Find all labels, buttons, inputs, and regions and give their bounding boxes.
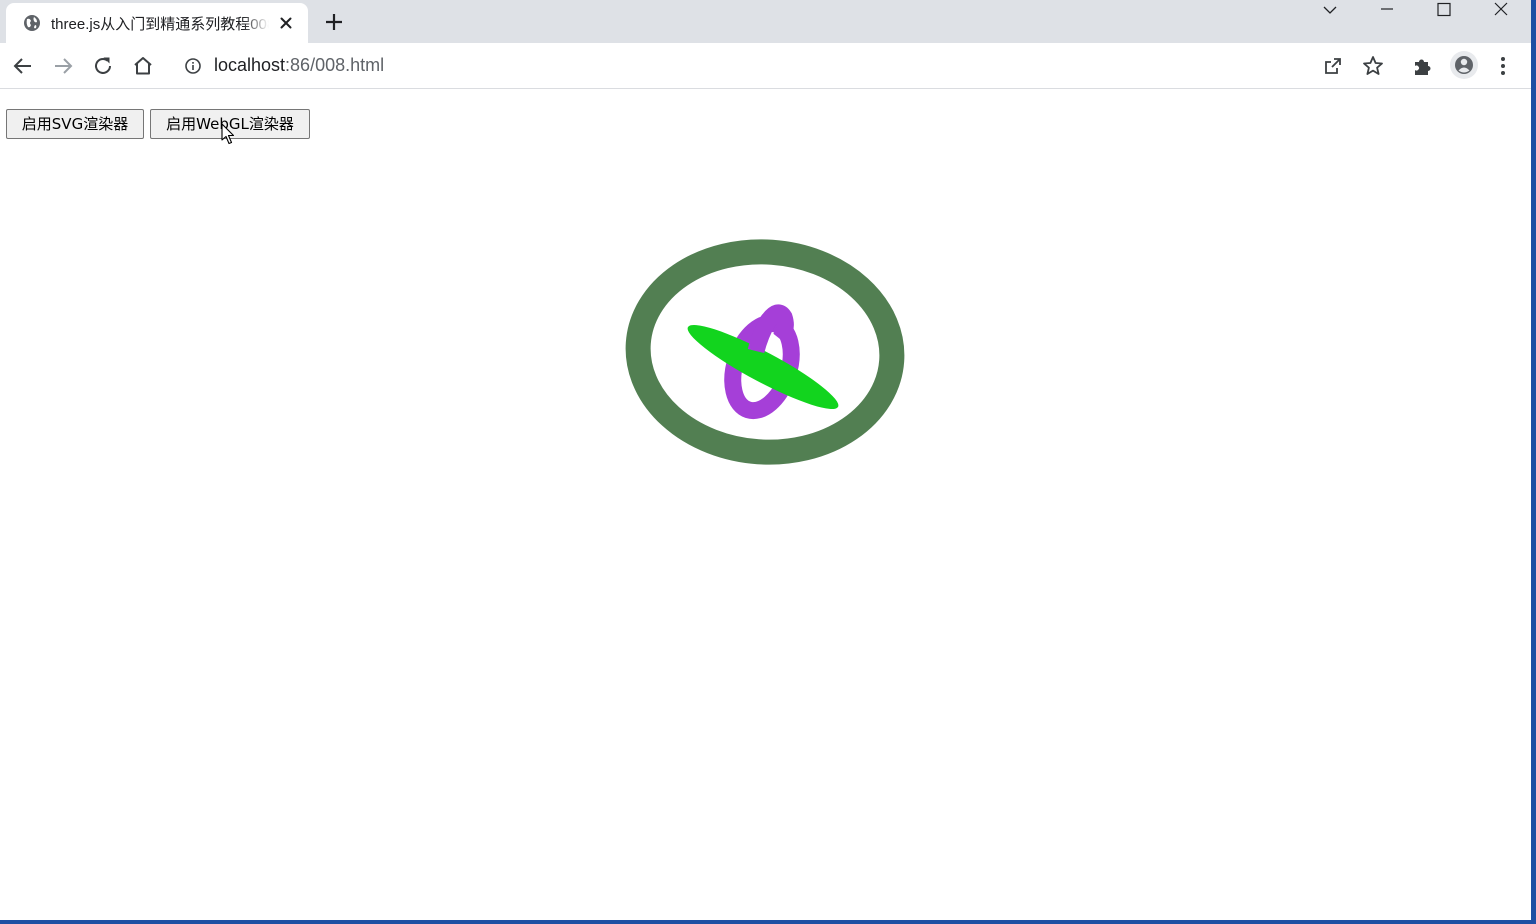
window-border-right xyxy=(1531,0,1536,924)
threejs-canvas[interactable] xyxy=(0,89,1531,920)
star-icon xyxy=(1363,56,1383,75)
url-path: :86/008.html xyxy=(285,55,385,75)
tab-strip: three.js从入门到精通系列教程008 xyxy=(0,0,1531,43)
chevron-down-icon xyxy=(1323,6,1337,14)
bookmark-button[interactable] xyxy=(1360,53,1386,79)
plus-icon[interactable] xyxy=(322,10,346,34)
close-window-icon xyxy=(1494,2,1508,16)
share-button[interactable] xyxy=(1320,53,1346,79)
reload-icon xyxy=(95,57,111,74)
minimize-icon xyxy=(1381,8,1393,10)
info-icon[interactable] xyxy=(184,57,202,75)
forward-button[interactable] xyxy=(50,53,76,79)
minimize-button[interactable] xyxy=(1364,0,1410,24)
browser-toolbar: localhost:86/008.html xyxy=(0,43,1531,89)
page-content: 启用SVG渲染器 启用WebGL渲染器 xyxy=(0,89,1531,920)
maximize-button[interactable] xyxy=(1421,0,1467,24)
address-bar[interactable]: localhost:86/008.html xyxy=(170,48,1310,82)
menu-button[interactable] xyxy=(1490,53,1516,79)
person-icon xyxy=(1455,56,1473,74)
globe-icon xyxy=(24,15,40,31)
close-window-button[interactable] xyxy=(1478,0,1524,24)
back-button[interactable] xyxy=(10,53,36,79)
url-text[interactable]: localhost:86/008.html xyxy=(214,55,384,76)
maximize-icon xyxy=(1437,2,1451,17)
home-icon xyxy=(134,57,152,75)
puzzle-icon xyxy=(1415,59,1431,75)
close-icon[interactable] xyxy=(276,13,296,33)
active-tab[interactable]: three.js从入门到精通系列教程008 xyxy=(6,3,308,43)
mouse-cursor-icon xyxy=(221,123,235,145)
share-icon xyxy=(1325,58,1341,74)
url-host: localhost xyxy=(214,55,286,75)
profile-button[interactable] xyxy=(1450,51,1478,79)
purple-torus-front xyxy=(747,304,794,354)
taskbar-edge xyxy=(0,920,1536,924)
browser-window: three.js从入门到精通系列教程008 localhost:86/008.h… xyxy=(0,0,1531,924)
back-arrow-icon xyxy=(13,58,31,74)
tab-search-button[interactable] xyxy=(1307,0,1353,24)
home-button[interactable] xyxy=(130,53,156,79)
forward-arrow-icon xyxy=(55,58,73,74)
reload-button[interactable] xyxy=(90,53,116,79)
extensions-button[interactable] xyxy=(1410,53,1436,79)
kebab-menu-icon xyxy=(1501,57,1505,75)
tab-title: three.js从入门到精通系列教程008 xyxy=(51,16,269,33)
